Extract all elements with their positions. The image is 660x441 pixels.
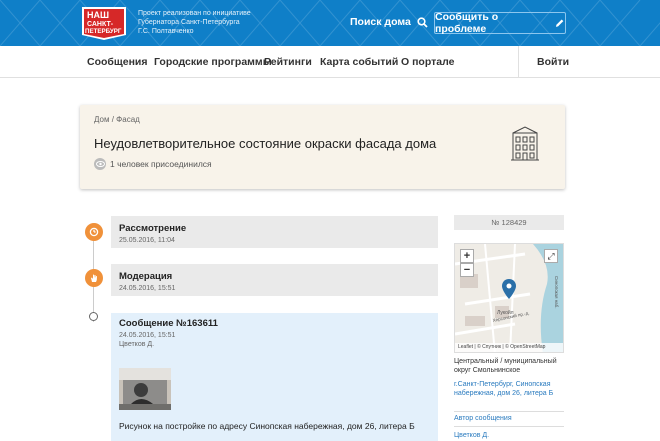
map-marker-icon[interactable] (502, 279, 516, 299)
district-label: Центральный / муниципальный округ Смольн… (454, 358, 557, 374)
nav-item-about[interactable]: О портале (401, 56, 454, 68)
joined-label: 1 человек присоединился (110, 159, 212, 169)
problem-number: № 128429 (454, 215, 564, 230)
report-problem-label: Сообщить о проблеме (435, 11, 499, 35)
map-zoom-in-button[interactable]: + (460, 249, 474, 263)
status-step-title: Рассмотрение (119, 223, 187, 234)
search-icon (417, 16, 428, 28)
breadcrumb: Дом / Фасад (94, 115, 140, 124)
message-author: Цветков Д. (119, 341, 155, 348)
svg-text:ПЕТЕРБУРГ: ПЕТЕРБУРГ (85, 28, 122, 35)
status-step-date: 25.05.2016, 11:04 (119, 237, 175, 244)
breadcrumb-item-house[interactable]: Дом (94, 115, 109, 124)
status-step-date: 24.05.2016, 15:51 (119, 285, 176, 292)
divider (454, 426, 564, 427)
timer-icon (85, 223, 103, 241)
nav-item-city-programs[interactable]: Городские программы (154, 56, 272, 68)
building-icon (511, 126, 539, 161)
top-bar: НАШ САНКТ- ПЕТЕРБУРГ Проект реализован п… (0, 0, 660, 46)
map-attribution: Leaflet | © Спутник | © OpenStreetMap (455, 343, 563, 352)
author-name-link[interactable]: Цветков Д. (454, 432, 489, 439)
breadcrumb-item-facade[interactable]: Фасад (116, 115, 140, 124)
address-link[interactable]: г.Санкт-Петербург, Синопская набережная,… (454, 380, 564, 398)
message-title: Сообщение №163611 (119, 318, 218, 329)
location-map[interactable]: Лукойл Херсонский пр.-д. Синопская наб. … (454, 243, 564, 353)
nav-item-ratings[interactable]: Рейтинги (264, 56, 312, 68)
nav-item-messages[interactable]: Сообщения (87, 56, 148, 68)
svg-text:Синопская наб.: Синопская наб. (554, 276, 559, 309)
status-step: Рассмотрение 25.05.2016, 11:04 (111, 216, 438, 248)
login-link[interactable]: Войти (537, 56, 569, 68)
tagline-line: Проект реализован по инициативе (138, 10, 251, 17)
header-tagline: Проект реализован по инициативе Губернат… (138, 9, 298, 36)
eye-icon (94, 158, 106, 170)
status-step-title: Модерация (119, 271, 173, 282)
author-heading: Автор сообщения (454, 415, 512, 422)
problem-title: Неудовлетворительное состояние окраски ф… (94, 136, 437, 151)
hand-icon (85, 269, 103, 287)
report-problem-button[interactable]: Сообщить о проблеме (434, 11, 566, 35)
message-card: Сообщение №163611 24.05.2016, 15:51 Цвет… (111, 313, 438, 441)
portal-logo[interactable]: НАШ САНКТ- ПЕТЕРБУРГ (80, 5, 128, 41)
problem-card: Дом / Фасад Неудовлетворительное состоян… (80, 105, 565, 189)
divider (454, 411, 564, 412)
house-search-label: Поиск дома (350, 16, 411, 28)
message-date: 24.05.2016, 15:51 (119, 332, 176, 339)
nav-divider (518, 46, 519, 78)
house-search-link[interactable]: Поиск дома (350, 16, 428, 28)
pencil-icon (556, 19, 564, 27)
svg-text:НАШ: НАШ (87, 10, 109, 20)
status-step: Модерация 24.05.2016, 15:51 (111, 264, 438, 296)
nav-item-events-map[interactable]: Карта событий (320, 56, 398, 68)
map-zoom-out-button[interactable]: − (460, 263, 474, 277)
svg-text:САНКТ-: САНКТ- (87, 21, 114, 28)
tagline-line: Г.С. Полтавченко (138, 28, 194, 35)
message-text: Рисунок на постройке по адресу Синопская… (119, 421, 415, 431)
joined-count: 1 человек присоединился (94, 158, 212, 170)
message-photo[interactable] (119, 368, 171, 410)
timeline-marker (89, 312, 98, 321)
tagline-line: Губернатора Санкт-Петербурга (138, 19, 240, 26)
breadcrumb-separator: / (111, 115, 114, 124)
map-fullscreen-icon[interactable]: ⤢ (544, 249, 558, 263)
main-nav: Сообщения Городские программы Рейтинги К… (0, 46, 660, 78)
